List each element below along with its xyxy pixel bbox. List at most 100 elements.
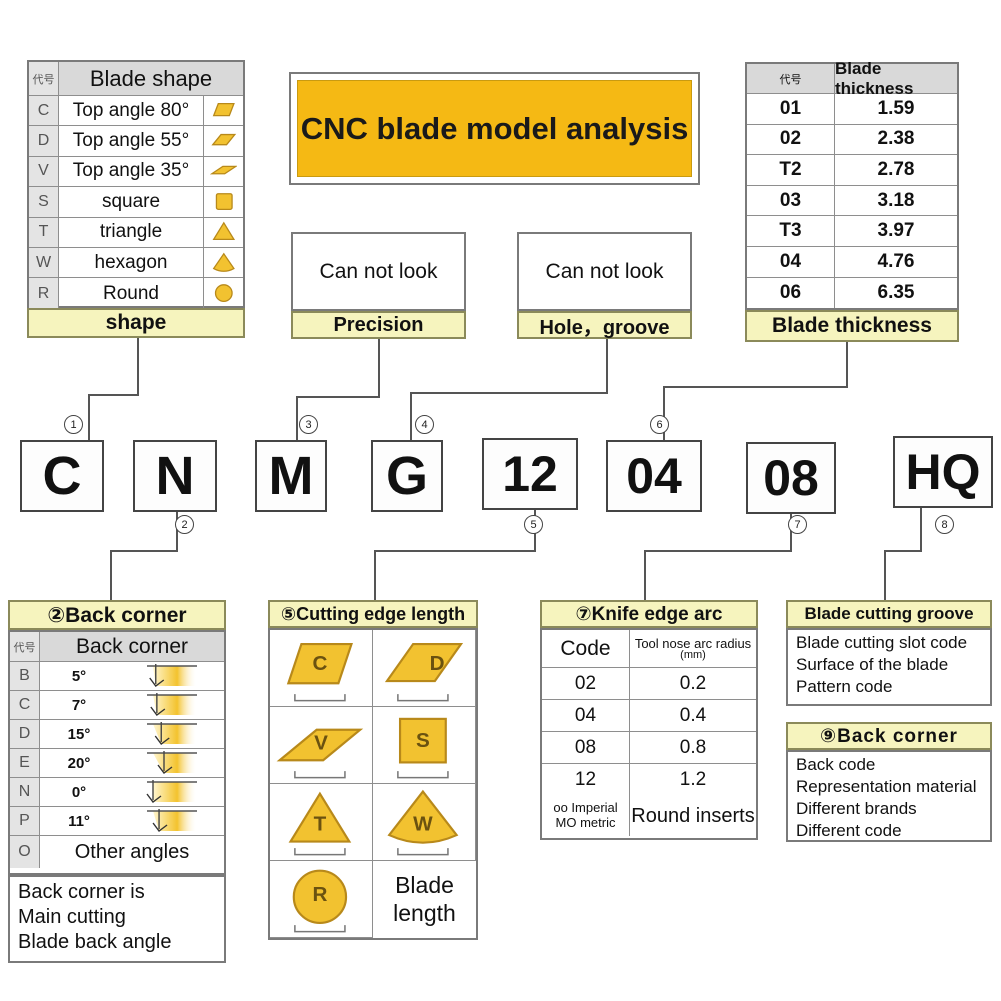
model-code-marker: 3	[299, 415, 318, 434]
connector-1	[137, 338, 139, 396]
cutting-edge-cell: C	[270, 630, 373, 707]
thickness-value: 6.35	[877, 281, 915, 303]
precision-footer: Precision	[291, 311, 466, 339]
back-corner-code: P	[10, 807, 40, 835]
connector-2b	[110, 550, 178, 552]
thickness-code: 01	[747, 94, 835, 124]
blade-shape-label: hexagon	[94, 251, 168, 273]
blade-shape-row: C Top angle 80°	[29, 96, 243, 127]
rhombus-35-icon	[203, 156, 243, 187]
blade-shape-row: D Top angle 55°	[29, 126, 243, 157]
model-code-marker: 4	[415, 415, 434, 434]
model-code-marker: 7	[788, 515, 807, 534]
back-corner9-line: Representation material	[796, 777, 977, 796]
back-corner-row: B 5°	[10, 662, 224, 691]
connector-8c	[884, 550, 886, 600]
svg-text:T: T	[314, 813, 327, 836]
knife-edge-col2: Tool nose arc radius	[634, 635, 752, 651]
back-corner-row: C 7°	[10, 691, 224, 720]
back-corner-angle: 20°	[67, 754, 91, 772]
blade-shape-code: V	[29, 156, 59, 187]
back-corner-code: N	[10, 778, 40, 806]
main-title-box: CNC blade model analysis	[289, 72, 700, 185]
blade-shape-code: C	[29, 96, 59, 126]
svg-text:W: W	[413, 813, 433, 836]
connector-3b	[296, 396, 380, 398]
model-code-box[interactable]: C	[20, 440, 104, 512]
model-code-box[interactable]: N	[133, 440, 217, 512]
model-code-box[interactable]: 12	[482, 438, 578, 510]
thickness-row: 02 2.38	[747, 124, 957, 156]
connector-2c	[110, 550, 112, 600]
blade-shape-label: triangle	[99, 221, 163, 243]
blade-shape-code-header: 代号	[29, 62, 59, 95]
model-code-box[interactable]: G	[371, 440, 443, 512]
knife-edge-row: 02 0.2	[542, 668, 756, 700]
knife-edge-title-label: ⑦Knife edge arc	[575, 603, 723, 625]
connector-7c	[644, 550, 646, 600]
thickness-code: 03	[747, 185, 835, 216]
cutting-groove-panel: Blade cutting slot code Surface of the bl…	[786, 628, 992, 706]
model-code-box[interactable]: 08	[746, 442, 836, 514]
knife-edge-col2-unit: (mm)	[680, 648, 706, 661]
connector-8b	[884, 550, 922, 552]
blade-shape-row: Whexagon	[29, 247, 243, 279]
knife-edge-col1: Code	[542, 630, 630, 667]
knife-edge-code: 12	[542, 764, 630, 796]
thickness-code: T3	[747, 216, 835, 246]
svg-text:D: D	[430, 652, 445, 675]
model-code-box[interactable]: 04	[606, 440, 702, 512]
connector-4b	[410, 392, 608, 394]
back-corner-angle-icon	[118, 720, 224, 748]
thickness-value: 1.59	[877, 97, 915, 119]
model-code-box[interactable]: HQ	[893, 436, 993, 508]
model-code-box[interactable]: M	[255, 440, 327, 512]
model-code-marker: 1	[64, 415, 83, 434]
back-corner-row: E 20°	[10, 749, 224, 778]
rhombus-80-icon	[203, 96, 243, 126]
blade-shape-code: S	[29, 187, 59, 217]
knife-edge-row: 12 1.2	[542, 764, 756, 796]
back-corner9-line: Back code	[796, 755, 876, 774]
back-corner-note: Back corner is	[18, 881, 145, 903]
back-corner-panel: 代号 Back corner B 5° C 7° D 15° E 20° N 0…	[8, 630, 226, 875]
thickness-row: T2 2.78	[747, 155, 957, 186]
back-corner-angle: 5°	[71, 667, 87, 685]
thickness-row: 04 4.76	[747, 246, 957, 278]
knife-edge-imperial: oo Imperial	[553, 800, 618, 816]
precision-body: Can not look	[319, 259, 438, 283]
connector-6b	[663, 386, 848, 388]
precision-footer-label: Precision	[333, 313, 424, 336]
blade-shape-label: Top angle 55°	[72, 130, 190, 152]
cutting-edge-cell: R	[270, 861, 373, 938]
blade-shape-code: T	[29, 217, 59, 247]
circle-icon	[203, 278, 243, 309]
blade-shape-row: R Round	[29, 278, 243, 309]
back-corner-angle-icon	[118, 807, 224, 835]
back-corner-code: E	[10, 749, 40, 777]
blade-shape-footer: shape	[27, 308, 245, 338]
knife-edge-panel: Code Tool nose arc radius (mm) 02 0.2 04 0.…	[540, 628, 758, 840]
connector-1c	[88, 394, 90, 442]
cutting-edge-title: ⑤Cutting edge length	[268, 600, 478, 628]
thickness-panel: 代号 Blade thickness 01 1.59 02 2.38 T2 2.78 03 3…	[745, 58, 959, 310]
blade-shape-row: Ssquare	[29, 187, 243, 218]
knife-edge-round-inserts: Round inserts	[631, 804, 755, 827]
blade-shape-row: Ttriangle	[29, 217, 243, 248]
back-corner-notes: Back corner is Main cutting Blade back ang…	[8, 875, 226, 963]
thickness-title: Blade thickness	[835, 58, 914, 98]
blade-shape-code: R	[29, 278, 59, 309]
main-title: CNC blade model analysis	[297, 80, 692, 177]
cutting-groove-line: Pattern code	[796, 677, 893, 696]
cutting-edge-cell: S	[373, 707, 476, 784]
connector-3	[378, 338, 380, 398]
back-corner-code: C	[10, 691, 40, 719]
back-corner-angle: 7°	[71, 696, 87, 714]
model-code-marker: 8	[935, 515, 954, 534]
blade-shape-label: square	[101, 190, 161, 212]
precision-panel: Can not look	[291, 232, 466, 311]
cutting-groove-title-label: Blade cutting groove	[804, 604, 974, 623]
blade-shape-code: W	[29, 247, 59, 278]
cutting-edge-blade-length: Blade length	[393, 871, 456, 926]
hole-groove-footer: Hole，groove	[517, 311, 692, 339]
